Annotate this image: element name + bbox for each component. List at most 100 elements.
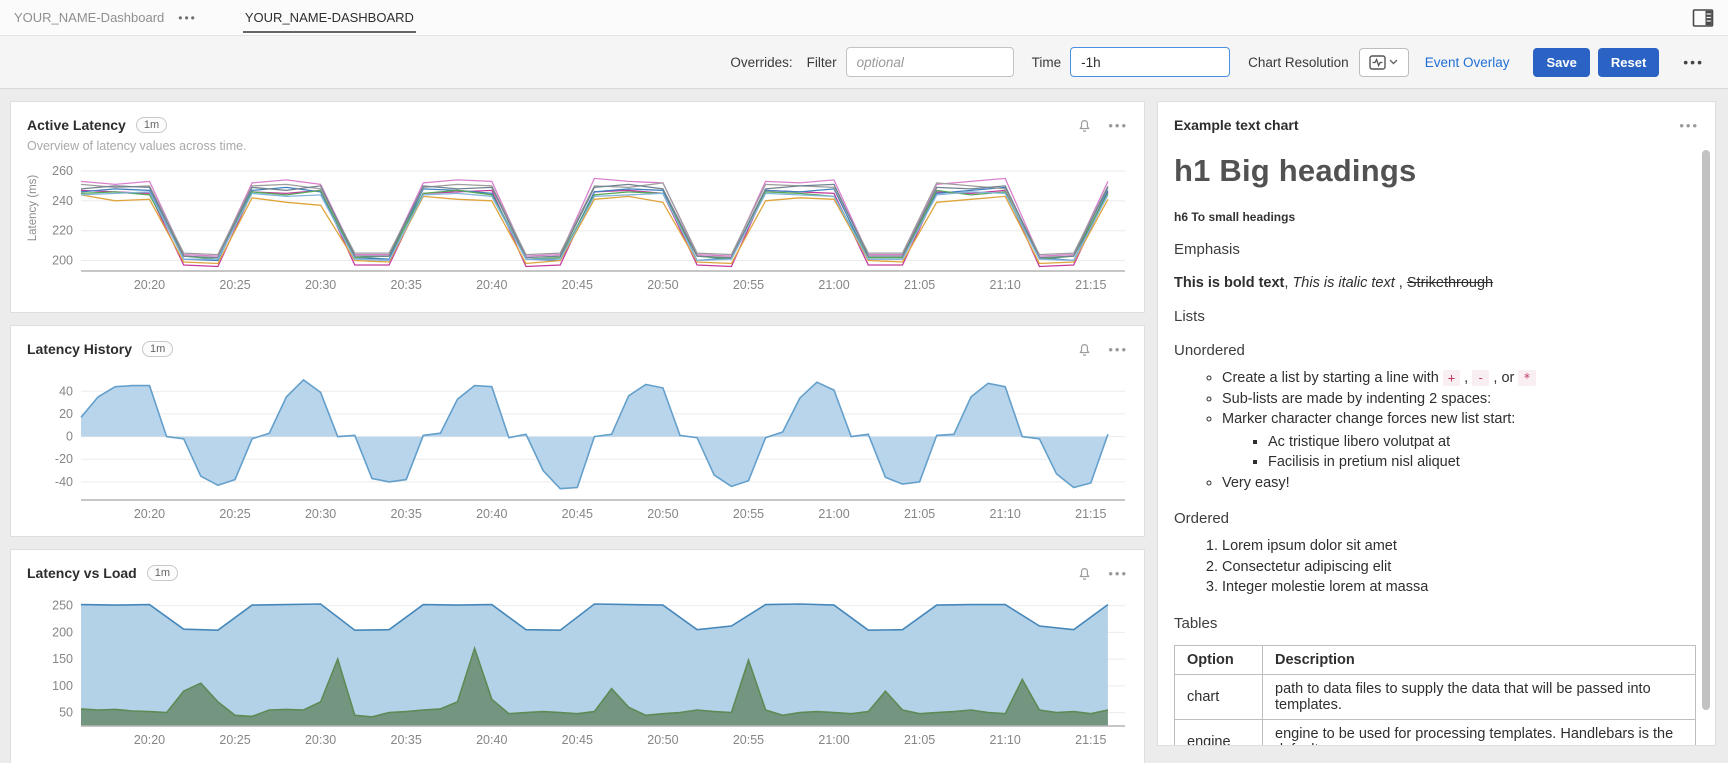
reset-button[interactable]: Reset — [1598, 48, 1659, 77]
tab-dashboard[interactable]: YOUR_NAME-DASHBOARD — [243, 2, 416, 33]
toolbar-more-icon[interactable]: ••• — [1683, 55, 1704, 69]
svg-text:20:40: 20:40 — [476, 733, 507, 747]
svg-text:20: 20 — [59, 407, 73, 421]
table-header-cell: Description — [1263, 645, 1696, 674]
svg-text:20:35: 20:35 — [391, 278, 422, 292]
event-overlay-link[interactable]: Event Overlay — [1425, 55, 1510, 70]
save-button[interactable]: Save — [1533, 48, 1589, 77]
unordered-list: Create a list by starting a line with + … — [1174, 368, 1699, 493]
svg-text:20:50: 20:50 — [647, 733, 678, 747]
list-item: Consectetur adipiscing elit — [1222, 557, 1699, 578]
resolution-badge: 1m — [136, 117, 167, 133]
svg-text:21:00: 21:00 — [818, 733, 849, 747]
time-label: Time — [1032, 55, 1062, 70]
svg-text:20:45: 20:45 — [562, 507, 593, 521]
dashboard-group-name[interactable]: YOUR_NAME-Dashboard — [14, 10, 164, 25]
svg-text:220: 220 — [52, 224, 73, 238]
resolution-badge: 1m — [147, 565, 178, 581]
svg-text:20:40: 20:40 — [476, 507, 507, 521]
svg-text:240: 240 — [52, 194, 73, 208]
svg-text:20:20: 20:20 — [134, 278, 165, 292]
svg-text:40: 40 — [59, 384, 73, 398]
chart-menu-icon[interactable]: ••• — [1679, 119, 1699, 132]
table-row: engine engine to be used for processing … — [1175, 719, 1696, 746]
chart-title: Active Latency — [27, 117, 126, 133]
svg-text:21:05: 21:05 — [904, 507, 935, 521]
list-item: Integer molestie lorem at massa — [1222, 577, 1699, 598]
svg-text:20:30: 20:30 — [305, 278, 336, 292]
svg-text:20:35: 20:35 — [391, 733, 422, 747]
latency-history-chart[interactable]: 40200-20-4020:2020:2520:3020:3520:4020:4… — [27, 364, 1130, 524]
svg-text:20:25: 20:25 — [219, 278, 250, 292]
filter-input[interactable] — [846, 47, 1014, 77]
svg-text:21:05: 21:05 — [904, 733, 935, 747]
dashboard-group-menu-icon[interactable]: ••• — [178, 12, 197, 24]
svg-text:21:10: 21:10 — [990, 507, 1021, 521]
chart-subtitle: Overview of latency values across time. — [27, 139, 1128, 153]
text-chart-panel: Example text chart ••• h1 Big headings h… — [1157, 101, 1716, 746]
svg-text:20:50: 20:50 — [647, 278, 678, 292]
overrides-toolbar: Overrides: Filter Time Chart Resolution … — [0, 36, 1728, 89]
chart-title: Latency vs Load — [27, 565, 137, 581]
table-row: chart path to data files to supply the d… — [1175, 674, 1696, 719]
svg-text:20:50: 20:50 — [647, 507, 678, 521]
nested-list: Ac tristique libero volutpat at Facilisi… — [1222, 432, 1699, 473]
svg-text:0: 0 — [66, 430, 73, 444]
scrollbar-thumb[interactable] — [1702, 150, 1710, 710]
active-latency-chart[interactable]: 20022024026020:2020:2520:3020:3520:4020:… — [27, 157, 1130, 295]
svg-text:21:15: 21:15 — [1075, 733, 1106, 747]
chart-panel-latency-vs-load: Latency vs Load 1m ••• 5010015020025020:… — [10, 549, 1145, 763]
chart-resolution-dropdown[interactable] — [1359, 48, 1409, 77]
svg-text:20:55: 20:55 — [733, 733, 764, 747]
svg-text:21:10: 21:10 — [990, 278, 1021, 292]
sidebar-toggle-icon[interactable] — [1692, 8, 1714, 28]
alert-bell-icon[interactable] — [1076, 340, 1094, 358]
emphasis-heading: Emphasis — [1174, 241, 1699, 258]
latency-vs-load-chart[interactable]: 5010015020025020:2020:2520:3020:3520:402… — [27, 588, 1130, 750]
chart-panel-latency-history: Latency History 1m ••• 40200-20-4020:202… — [10, 325, 1145, 537]
list-item: Sub-lists are made by indenting 2 spaces… — [1222, 389, 1699, 410]
alert-bell-icon[interactable] — [1076, 564, 1094, 582]
chart-menu-icon[interactable]: ••• — [1108, 343, 1128, 356]
code-span: * — [1518, 370, 1535, 386]
pulse-chart-icon — [1369, 55, 1386, 70]
code-span: + — [1443, 370, 1460, 386]
svg-text:21:15: 21:15 — [1075, 507, 1106, 521]
chart-resolution-label: Chart Resolution — [1248, 55, 1349, 70]
svg-text:20:25: 20:25 — [219, 733, 250, 747]
markdown-h6: h6 To small headings — [1174, 210, 1699, 224]
list-item: Ac tristique libero volutpat at — [1268, 432, 1699, 453]
chart-menu-icon[interactable]: ••• — [1108, 119, 1128, 132]
markdown-table: Option Description chart path to data fi… — [1174, 645, 1696, 747]
time-input[interactable] — [1070, 47, 1230, 77]
ordered-heading: Ordered — [1174, 510, 1699, 527]
table-header-cell: Option — [1175, 645, 1263, 674]
list-item: Marker character change forces new list … — [1222, 409, 1699, 473]
chevron-down-icon — [1389, 59, 1398, 65]
svg-text:21:10: 21:10 — [990, 733, 1021, 747]
svg-text:21:00: 21:00 — [818, 507, 849, 521]
svg-text:20:35: 20:35 — [391, 507, 422, 521]
markdown-h1: h1 Big headings — [1174, 153, 1699, 189]
ordered-list: Lorem ipsum dolor sit amet Consectetur a… — [1174, 536, 1699, 598]
svg-text:20:55: 20:55 — [733, 278, 764, 292]
svg-text:21:00: 21:00 — [818, 278, 849, 292]
svg-text:50: 50 — [59, 706, 73, 720]
code-span: - — [1472, 370, 1489, 386]
svg-text:250: 250 — [52, 599, 73, 613]
svg-text:20:30: 20:30 — [305, 733, 336, 747]
chart-menu-icon[interactable]: ••• — [1108, 567, 1128, 580]
svg-text:-40: -40 — [55, 475, 73, 489]
svg-text:150: 150 — [52, 652, 73, 666]
list-item: Very easy! — [1222, 473, 1699, 494]
svg-text:100: 100 — [52, 679, 73, 693]
chart-title: Latency History — [27, 341, 132, 357]
svg-text:21:05: 21:05 — [904, 278, 935, 292]
y-axis-label: Latency (ms) — [27, 148, 39, 268]
tables-heading: Tables — [1174, 615, 1699, 632]
top-navigation-bar: YOUR_NAME-Dashboard ••• YOUR_NAME-DASHBO… — [0, 0, 1728, 36]
alert-bell-icon[interactable] — [1076, 116, 1094, 134]
svg-text:20:30: 20:30 — [305, 507, 336, 521]
svg-text:20:40: 20:40 — [476, 278, 507, 292]
chart-title: Example text chart — [1174, 117, 1299, 133]
